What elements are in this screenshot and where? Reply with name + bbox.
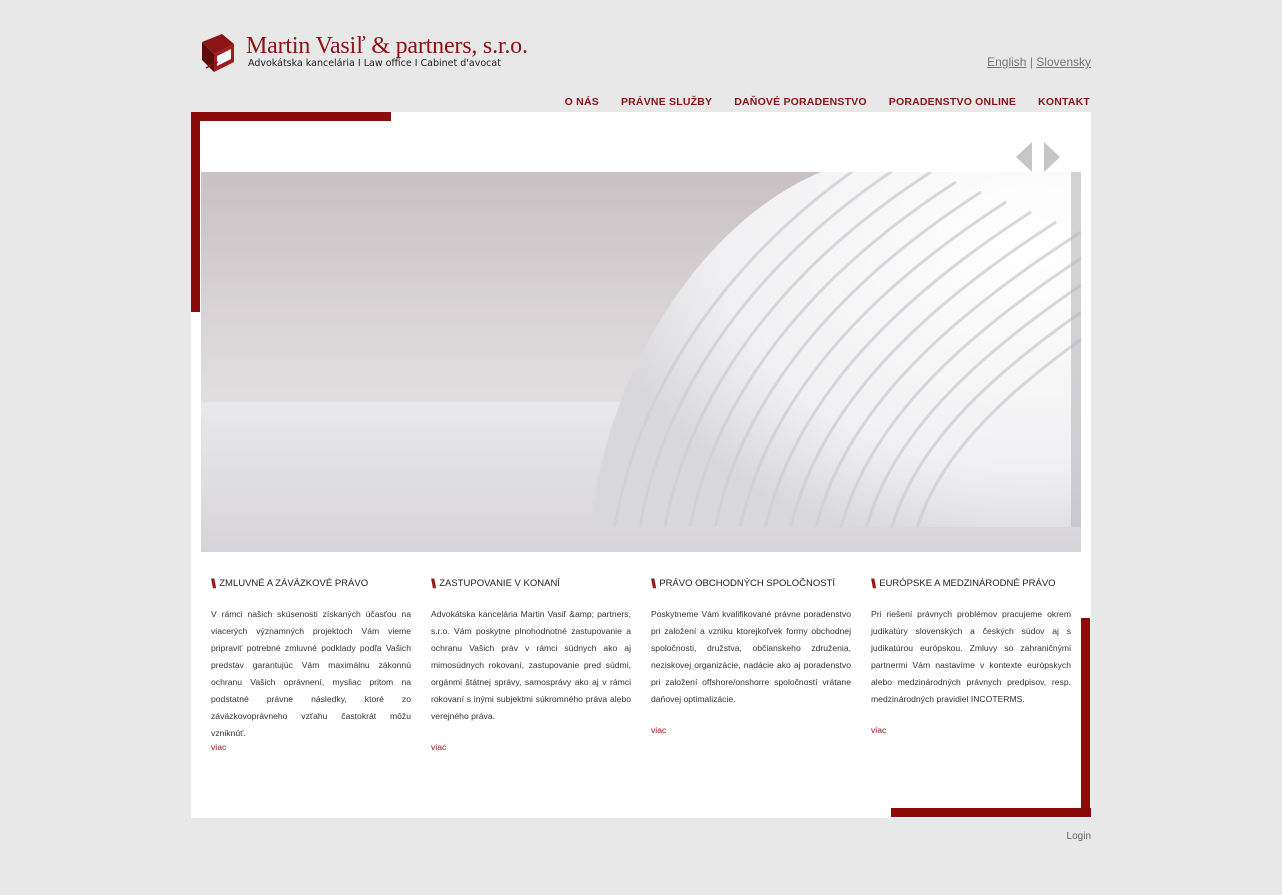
service-title: \\ ZASTUPOVANIE V KONANÍ bbox=[431, 575, 631, 591]
service-description: Poskytneme Vám kvalifikované právne pora… bbox=[651, 609, 851, 704]
corner-accent-left bbox=[191, 112, 200, 312]
nav-item-poradenstvo-online[interactable]: PORADENSTVO ONLINE bbox=[889, 96, 1016, 108]
lang-separator: | bbox=[1029, 55, 1033, 69]
logo-name: Martin Vasiľ & partners, s.r.o. bbox=[246, 33, 528, 59]
lang-english-link[interactable]: English bbox=[987, 55, 1026, 69]
service-column-3: \\ PRÁVO OBCHODNÝCH SPOLOČNOSTÍ Poskytne… bbox=[651, 575, 851, 736]
corner-accent-bottom bbox=[891, 808, 1091, 817]
hero-image bbox=[201, 172, 1081, 552]
main-nav: O NÁS PRÁVNE SLUŽBY DAŇOVÉ PORADENSTVO P… bbox=[565, 96, 1090, 108]
logo[interactable]: Martin Vasiľ & partners, s.r.o. Advokáts… bbox=[198, 32, 528, 76]
service-title-text: ZASTUPOVANIE V KONANÍ bbox=[439, 577, 560, 589]
corner-accent-right bbox=[1081, 618, 1090, 817]
service-description: Advokátska kancelária Martin Vasiľ &amp;… bbox=[431, 609, 631, 721]
nav-item-o-nas[interactable]: O NÁS bbox=[565, 96, 599, 108]
lang-slovensky-link[interactable]: Slovensky bbox=[1036, 55, 1091, 69]
nav-item-danove-poradenstvo[interactable]: DAŇOVÉ PORADENSTVO bbox=[734, 96, 867, 108]
service-title-text: EURÓPSKE A MEDZINÁRODNÉ PRÁVO bbox=[879, 577, 1056, 589]
more-link[interactable]: viac bbox=[431, 742, 631, 752]
service-column-4: \\ EURÓPSKE A MEDZINÁRODNÉ PRÁVO Pri rie… bbox=[871, 575, 1071, 736]
double-slash-icon: \\ bbox=[871, 575, 876, 591]
book-logo-icon bbox=[202, 34, 234, 72]
service-title: \\ EURÓPSKE A MEDZINÁRODNÉ PRÁVO bbox=[871, 575, 1071, 591]
nav-item-pravne-sluzby[interactable]: PRÁVNE SLUŽBY bbox=[621, 96, 712, 108]
arrow-left-icon[interactable] bbox=[1015, 142, 1033, 172]
service-column-2: \\ ZASTUPOVANIE V KONANÍ Advokátska kanc… bbox=[431, 575, 631, 753]
more-link[interactable]: viac bbox=[211, 742, 411, 752]
double-slash-icon: \\ bbox=[431, 575, 436, 591]
corner-accent-top bbox=[191, 112, 391, 121]
service-column-1: \\ ZMLUVNÉ A ZÁVÄZKOVÉ PRÁVO V rámci naš… bbox=[211, 575, 411, 753]
more-link[interactable]: viac bbox=[651, 725, 851, 735]
service-title-text: PRÁVO OBCHODNÝCH SPOLOČNOSTÍ bbox=[659, 577, 836, 589]
nav-item-kontakt[interactable]: KONTAKT bbox=[1038, 96, 1090, 108]
logo-tagline: Advokátska kancelária I Law office I Cab… bbox=[248, 58, 501, 69]
service-title: \\ PRÁVO OBCHODNÝCH SPOLOČNOSTÍ bbox=[651, 575, 851, 591]
service-description: V rámci našich skúsenosti získaných účas… bbox=[211, 609, 411, 738]
service-title: \\ ZMLUVNÉ A ZÁVÄZKOVÉ PRÁVO bbox=[211, 575, 411, 591]
service-title-text: ZMLUVNÉ A ZÁVÄZKOVÉ PRÁVO bbox=[219, 577, 369, 589]
double-slash-icon: \\ bbox=[211, 575, 216, 591]
arrow-right-icon[interactable] bbox=[1043, 142, 1061, 172]
language-switcher: English | Slovensky bbox=[987, 55, 1091, 69]
login-link[interactable]: Login bbox=[1067, 831, 1091, 842]
more-link[interactable]: viac bbox=[871, 725, 1071, 735]
service-description: Pri riešení právnych problémov pracujeme… bbox=[871, 609, 1071, 704]
double-slash-icon: \\ bbox=[651, 575, 656, 591]
